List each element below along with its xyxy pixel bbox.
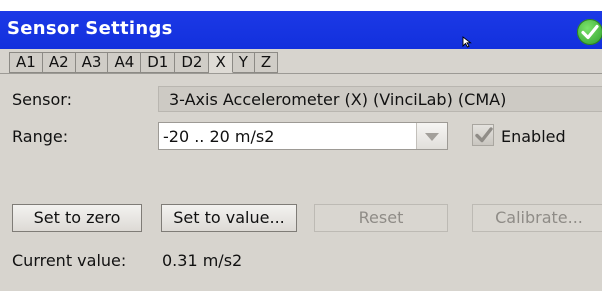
sensor-settings-window: Sensor Settings A1 A2 A3 A4 D1 D2 X Y Z … <box>0 11 602 291</box>
tab-a3[interactable]: A3 <box>75 52 109 73</box>
sensor-name-value: 3-Axis Accelerometer (X) (VinciLab) (CMA… <box>169 90 507 109</box>
tab-strip-divider <box>0 73 602 74</box>
confirm-button[interactable] <box>577 19 602 45</box>
sensor-tabs: A1 A2 A3 A4 D1 D2 X Y Z <box>9 52 279 73</box>
set-to-value-button[interactable]: Set to value... <box>161 204 297 232</box>
checkmark-icon <box>475 127 493 143</box>
mouse-pointer-icon <box>462 33 472 48</box>
tab-z[interactable]: Z <box>254 52 279 73</box>
range-label: Range: <box>12 127 69 146</box>
current-value-readout: 0.31 m/s2 <box>162 251 243 270</box>
reset-button[interactable]: Reset <box>314 204 448 232</box>
tab-x[interactable]: X <box>209 52 233 73</box>
tab-a2[interactable]: A2 <box>42 52 76 73</box>
tab-y[interactable]: Y <box>232 52 255 73</box>
range-select-value: -20 .. 20 m/s2 <box>163 127 275 146</box>
enabled-checkbox[interactable] <box>472 124 494 146</box>
tab-d2[interactable]: D2 <box>175 52 210 73</box>
tab-a1[interactable]: A1 <box>9 52 43 73</box>
checkmark-icon <box>581 24 599 40</box>
set-to-zero-button[interactable]: Set to zero <box>12 204 142 232</box>
range-dropdown-button[interactable] <box>416 123 447 149</box>
tab-a4[interactable]: A4 <box>108 52 142 73</box>
current-value-label: Current value: <box>12 251 127 270</box>
enabled-label[interactable]: Enabled <box>501 127 566 146</box>
title-bar: Sensor Settings <box>0 11 602 49</box>
sensor-label: Sensor: <box>12 90 72 109</box>
triangle-down-icon <box>425 133 439 141</box>
calibrate-button[interactable]: Calibrate... <box>472 204 602 232</box>
tab-d1[interactable]: D1 <box>141 52 176 73</box>
sensor-name-field: 3-Axis Accelerometer (X) (VinciLab) (CMA… <box>158 86 602 112</box>
range-select[interactable]: -20 .. 20 m/s2 <box>158 122 448 150</box>
window-title: Sensor Settings <box>7 18 173 39</box>
